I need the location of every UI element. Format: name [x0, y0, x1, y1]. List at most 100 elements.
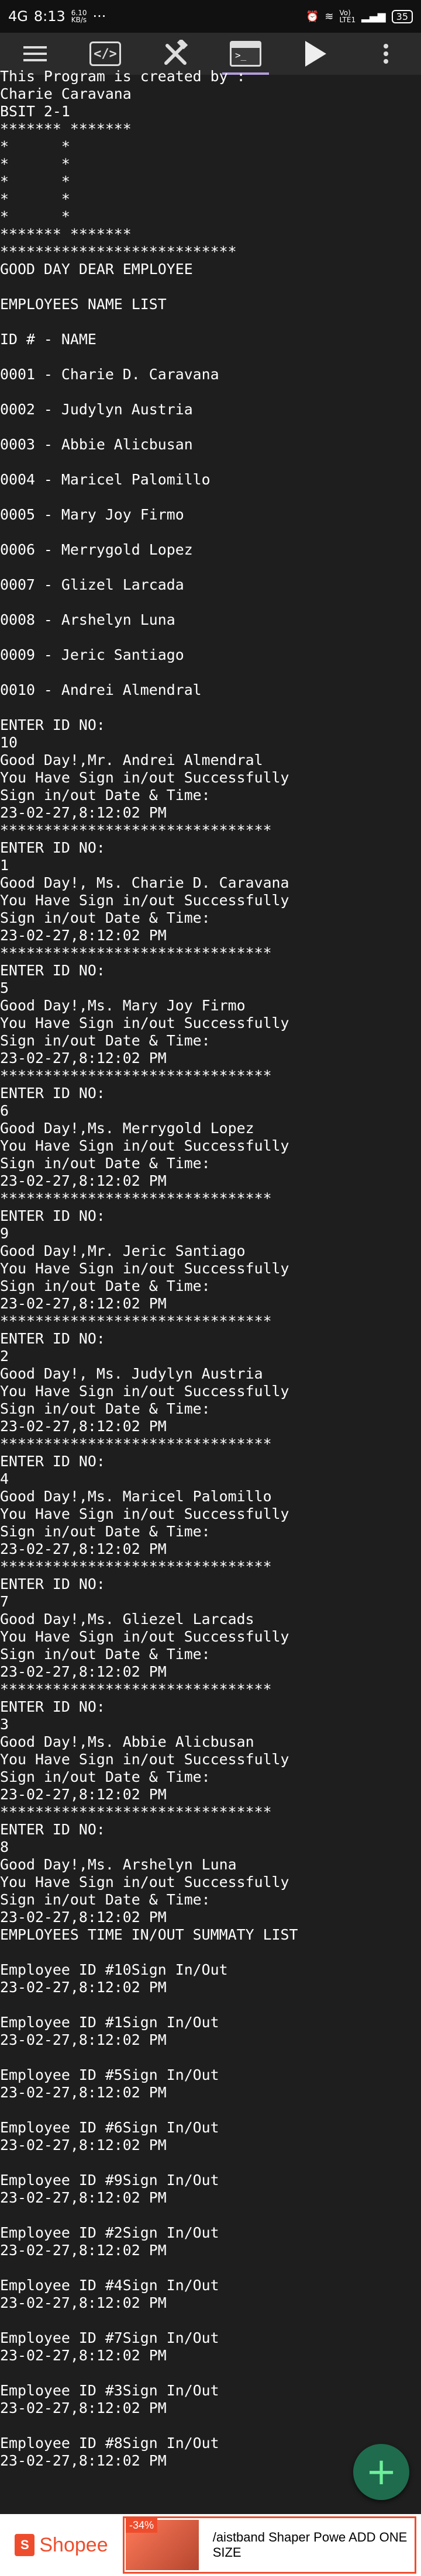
shopee-logo: S Shopee: [0, 2514, 123, 2576]
ad-discount-badge: -34%: [126, 2518, 158, 2533]
console-line: EMPLOYEES NAME LIST: [0, 296, 167, 313]
console-line: 5: [0, 979, 9, 996]
console-line: * *: [0, 208, 70, 225]
console-line: Sign in/out Date & Time:: [0, 1400, 210, 1417]
console-line: 23-02-27,8:12:02 PM: [0, 1295, 167, 1312]
console-line: Good Day!, Ms. Charie D. Caravana: [0, 874, 289, 891]
console-line: Good Day!,Ms. Merrygold Lopez: [0, 1120, 254, 1137]
console-line: Employee ID #4Sign In/Out: [0, 2277, 219, 2294]
console-line: You Have Sign in/out Successfully: [0, 1628, 289, 1645]
console-line: 23-02-27,8:12:02 PM: [0, 1172, 167, 1189]
console-line: You Have Sign in/out Successfully: [0, 1751, 289, 1768]
console-line: You Have Sign in/out Successfully: [0, 892, 289, 909]
console-line: You Have Sign in/out Successfully: [0, 769, 289, 786]
console-line: 0006 - Merrygold Lopez: [0, 541, 193, 558]
console-line: *******************************: [0, 1558, 272, 1575]
more-vertical-icon: [384, 44, 388, 64]
console-line: 23-02-27,8:12:02 PM: [0, 1418, 167, 1435]
console-line: ******* *******: [0, 226, 132, 243]
signal-indicator: 4G: [8, 8, 28, 25]
console-line: Employee ID #6Sign In/Out: [0, 2119, 219, 2136]
console-line: *******************************: [0, 1190, 272, 1207]
console-line: 23-02-27,8:12:02 PM: [0, 927, 167, 944]
console-line: Sign in/out Date & Time:: [0, 1891, 210, 1908]
console-line: Sign in/out Date & Time:: [0, 1523, 210, 1540]
battery-indicator: 35: [391, 9, 413, 23]
console-line: ID # - NAME: [0, 331, 96, 348]
terminal-icon: >_: [230, 41, 261, 67]
status-left: 4G 8:13 6.10 KB/s ···: [8, 8, 106, 25]
more-notifications-icon: ···: [92, 8, 106, 25]
console-line: 23-02-27,8:12:02 PM: [0, 2294, 167, 2311]
console-line: 0005 - Mary Joy Firmo: [0, 506, 184, 523]
console-line: ******* *******: [0, 120, 132, 137]
console-line: 0002 - Judylyn Austria: [0, 401, 193, 418]
console-line: 23-02-27,8:12:02 PM: [0, 1786, 167, 1803]
console-line: ENTER ID NO:: [0, 1576, 105, 1592]
network-speed: 6.10 KB/s: [71, 9, 87, 23]
console-line: 9: [0, 1225, 9, 1242]
ad-banner[interactable]: S Shopee -34% /aistband Shaper Powe ADD …: [0, 2514, 421, 2576]
console-line: Employee ID #3Sign In/Out: [0, 2382, 219, 2399]
console-line: 8: [0, 1838, 9, 1855]
console-line: 23-02-27,8:12:02 PM: [0, 2137, 167, 2153]
console-line: 23-02-27,8:12:02 PM: [0, 1979, 167, 1996]
console-line: Good Day!,Ms. Mary Joy Firmo: [0, 997, 246, 1014]
console-line: You Have Sign in/out Successfully: [0, 1015, 289, 1031]
console-line: Good Day!,Ms. Gliezel Larcads: [0, 1611, 254, 1628]
console-line: You Have Sign in/out Successfully: [0, 1383, 289, 1400]
console-line: ENTER ID NO:: [0, 1821, 105, 1838]
console-line: 0004 - Maricel Palomillo: [0, 471, 210, 488]
wifi-icon: ≋: [325, 10, 334, 23]
ad-product-card[interactable]: -34% /aistband Shaper Powe ADD ONE SIZE: [123, 2516, 416, 2574]
console-line: 23-02-27,8:12:02 PM: [0, 2242, 167, 2259]
code-icon: </>: [89, 41, 121, 66]
console-line: Employee ID #2Sign In/Out: [0, 2224, 219, 2241]
console-line: *******************************: [0, 1681, 272, 1698]
console-line: 23-02-27,8:12:02 PM: [0, 804, 167, 821]
console-line: Employee ID #7Sign In/Out: [0, 2329, 219, 2346]
add-fab-button[interactable]: +: [353, 2444, 409, 2500]
console-line: ENTER ID NO:: [0, 1698, 105, 1715]
console-line: Employee ID #5Sign In/Out: [0, 2066, 219, 2083]
console-line: * *: [0, 191, 70, 207]
console-line: 23-02-27,8:12:02 PM: [0, 2031, 167, 2048]
console-line: Sign in/out Date & Time:: [0, 787, 210, 804]
console-line: 0001 - Charie D. Caravana: [0, 366, 219, 383]
console-line: GOOD DAY DEAR EMPLOYEE: [0, 261, 193, 278]
console-line: You Have Sign in/out Successfully: [0, 1874, 289, 1891]
console-line: BSIT 2-1: [0, 103, 70, 120]
console-line: 3: [0, 1716, 9, 1733]
console-line: ENTER ID NO:: [0, 716, 105, 733]
plus-icon: +: [365, 2450, 397, 2494]
signal-bars-icon: ▂▄▆: [361, 10, 386, 23]
console-line: *******************************: [0, 1067, 272, 1084]
console-line: Good Day!,Ms. Maricel Palomillo: [0, 1488, 272, 1505]
console-line: Good Day!,Ms. Abbie Alicbusan: [0, 1733, 254, 1750]
console-line: Employee ID #10Sign In/Out: [0, 1961, 228, 1978]
console-line: * *: [0, 138, 70, 155]
console-line: 23-02-27,8:12:02 PM: [0, 1050, 167, 1067]
console-line: 2: [0, 1348, 9, 1365]
console-line: 0010 - Andrei Almendral: [0, 681, 202, 698]
alarm-icon: ⏰: [306, 10, 319, 23]
console-line: *******************************: [0, 822, 272, 839]
console-line: Sign in/out Date & Time:: [0, 1768, 210, 1785]
console-output[interactable]: This Program is created by : Charie Carav…: [0, 68, 421, 2470]
